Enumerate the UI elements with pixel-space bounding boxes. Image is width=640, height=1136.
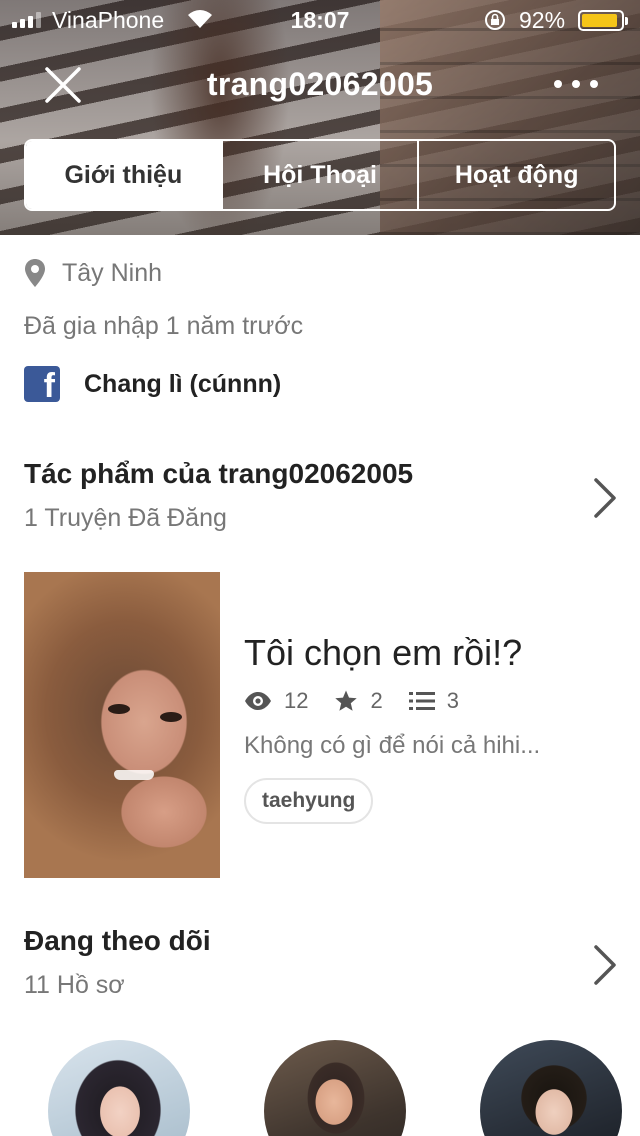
works-section-title[interactable]: Tác phẩm của trang02062005 [24, 458, 413, 490]
votes-count: 2 [370, 688, 383, 713]
chevron-right-icon[interactable] [590, 943, 620, 987]
parts-count: 3 [446, 688, 459, 713]
parts-stat: 3 [408, 688, 459, 714]
following-avatar[interactable] [264, 1040, 406, 1136]
more-horizontal-icon[interactable] [554, 70, 598, 98]
chevron-right-icon[interactable] [590, 476, 620, 520]
story-stats: 12 2 3 [244, 688, 485, 714]
joined-text: Đã gia nhập 1 năm trước [24, 312, 304, 340]
status-bar: VinaPhone 18:07 92% [0, 0, 640, 40]
location-pin-icon [25, 259, 45, 287]
tab-conversations[interactable]: Hội Thoại [220, 141, 418, 209]
story-cover-image[interactable] [24, 572, 220, 878]
eye-icon [245, 692, 271, 710]
story-title[interactable]: Tôi chọn em rồi!? [244, 632, 522, 674]
facebook-icon: f [24, 366, 60, 402]
location-row: Tây Ninh [24, 258, 162, 288]
tab-about[interactable]: Giới thiệu [26, 141, 221, 209]
battery-percent: 92% [519, 7, 566, 33]
story-tag[interactable]: taehyung [244, 778, 374, 824]
votes-stat: 2 [334, 688, 383, 714]
profile-username: trang02062005 [206, 66, 434, 102]
list-icon [408, 692, 435, 710]
story-description: Không có gì để nói cả hihi... [244, 732, 541, 759]
tab-activity[interactable]: Hoạt động [417, 141, 614, 209]
battery-icon [578, 10, 628, 31]
following-section-title[interactable]: Đang theo dõi [24, 925, 211, 957]
orientation-lock-icon [485, 10, 505, 30]
location-text: Tây Ninh [62, 258, 163, 287]
following-count: 11 Hồ sơ [24, 971, 125, 999]
profile-header: VinaPhone 18:07 92% trang02062005 Giới t… [0, 0, 640, 235]
facebook-row[interactable]: f Chang lì (cúnnn) [24, 366, 281, 402]
reads-count: 12 [284, 688, 309, 713]
star-icon [335, 690, 358, 711]
battery-fill [582, 14, 617, 27]
reads-stat: 12 [244, 688, 308, 714]
works-count: 1 Truyện Đã Đăng [24, 504, 227, 532]
following-avatar[interactable] [48, 1040, 190, 1136]
facebook-name: Chang lì (cúnnn) [84, 369, 282, 398]
profile-tabs: Giới thiệu Hội Thoại Hoạt động [24, 139, 616, 211]
following-avatar[interactable] [480, 1040, 622, 1136]
